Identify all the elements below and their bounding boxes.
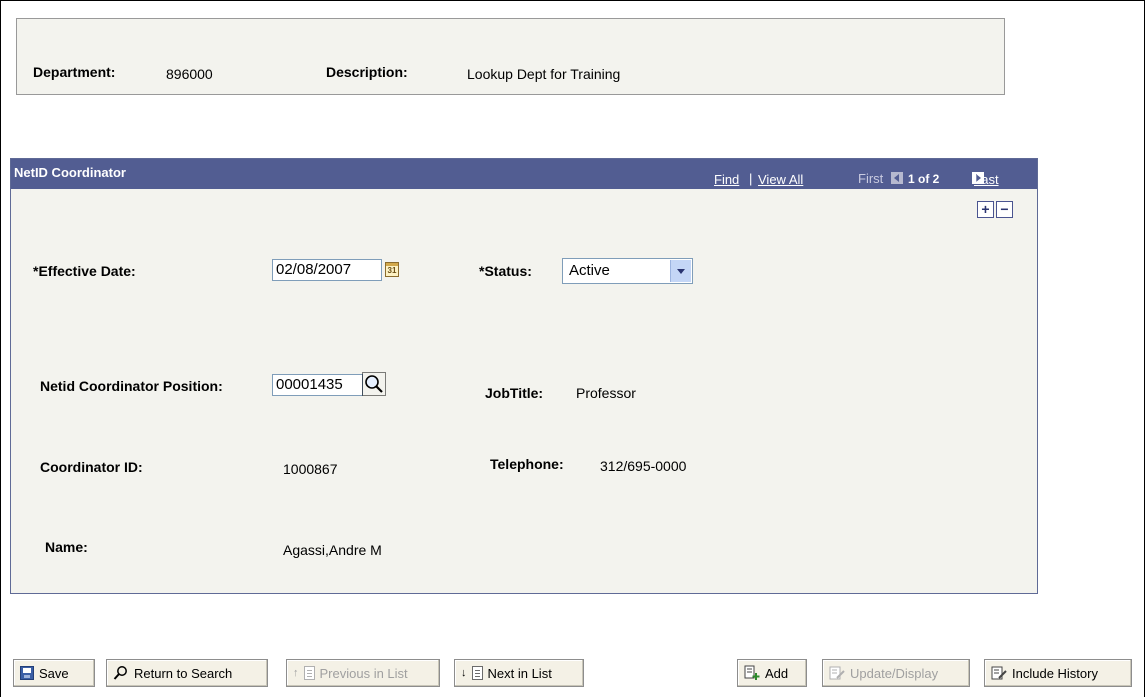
coordinator-id-value: 1000867 [283,461,338,477]
telephone-label: Telephone: [490,456,564,472]
delete-row-button[interactable]: − [996,201,1013,218]
name-label: Name: [45,539,88,555]
add-button[interactable]: Add [737,659,807,687]
save-icon [20,666,34,680]
panel-title: NetID Coordinator [14,165,126,180]
add-button-label: Add [765,665,789,681]
next-in-list-button[interactable]: ↓ Next in List [454,659,584,687]
page-indicator: 1 of 2 [908,172,940,186]
arrow-up-icon: ↑ [293,667,299,679]
include-history-button[interactable]: Include History [984,659,1132,687]
effective-date-input[interactable]: 02/08/2007 [272,259,382,281]
update-display-button[interactable]: Update/Display [822,659,970,687]
return-to-search-button[interactable]: Return to Search [106,659,268,687]
coordinator-position-input[interactable]: 00001435 [272,374,363,396]
department-header [16,18,1005,95]
coordinator-id-label: Coordinator ID: [40,459,143,475]
include-history-label: Include History [1012,665,1098,681]
department-value: 896000 [166,66,213,82]
lookup-icon[interactable] [362,372,386,396]
name-value: Agassi,Andre M [283,542,382,558]
calendar-icon[interactable]: 31 [385,262,399,277]
previous-row-icon [891,172,903,184]
telephone-value: 312/695-0000 [600,458,687,474]
jobtitle-value: Professor [576,385,636,401]
netid-coordinator-panel: NetID Coordinator Find | View All First … [10,158,1038,594]
view-all-link[interactable]: View All [758,172,803,187]
status-select[interactable]: Active [562,258,693,284]
panel-header: NetID Coordinator Find | View All First … [11,159,1037,189]
next-in-list-label: Next in List [487,665,552,681]
save-button-label: Save [39,665,69,681]
first-link: First [858,171,884,186]
return-to-search-label: Return to Search [134,665,233,681]
effective-date-label: *Effective Date: [33,263,136,279]
status-selected-value: Active [569,262,610,279]
document-icon [303,666,315,680]
add-row-button[interactable]: + [977,201,994,218]
search-icon [113,666,127,680]
status-label: *Status: [479,263,532,279]
find-link[interactable]: Find [714,172,739,187]
include-history-icon [991,666,1007,680]
chevron-down-icon[interactable] [670,260,691,282]
document-icon [471,666,483,680]
jobtitle-label: JobTitle: [485,385,544,401]
add-document-icon [744,665,760,680]
last-link[interactable]: Last [974,172,999,187]
department-label: Department: [33,64,116,80]
arrow-down-icon: ↓ [461,667,467,679]
save-button[interactable]: Save [13,659,95,687]
coordinator-position-label: Netid Coordinator Position: [40,378,223,394]
description-value: Lookup Dept for Training [467,66,621,82]
update-display-label: Update/Display [850,665,939,681]
previous-in-list-label: Previous in List [319,665,408,681]
description-label: Description: [326,64,408,80]
nav-separator: | [749,171,753,186]
previous-in-list-button[interactable]: ↑ Previous in List [286,659,440,687]
update-display-icon [829,666,845,680]
